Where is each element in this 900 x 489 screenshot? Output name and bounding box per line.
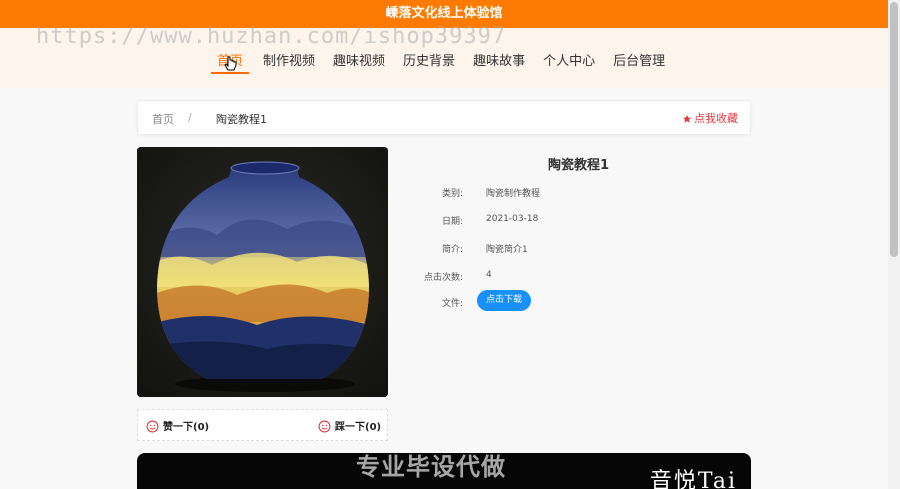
ceramic-vase-image <box>137 147 388 397</box>
overlay-watermark: 专业毕设代做 <box>356 453 506 481</box>
nav-list: 首页 制作视频 趣味视频 历史背景 趣味故事 个人中心 后台管理 <box>211 50 683 74</box>
favorite-label: 点我收藏 <box>694 112 738 125</box>
detail-title: 陶瓷教程1 <box>548 158 610 173</box>
download-button[interactable]: 点击下载 <box>477 290 531 311</box>
breadcrumb: 首页 / 陶瓷教程1 点我收藏 <box>137 100 751 135</box>
vote-bar: 赞一下(0) 踩一下(0) <box>137 409 388 441</box>
click-count-value: 4 <box>486 270 492 280</box>
nav-item-making-videos[interactable]: 制作视频 <box>263 50 315 74</box>
breadcrumb-home-link[interactable]: 首页 <box>152 111 174 127</box>
scrollbar-thumb[interactable] <box>890 2 898 257</box>
file-label: 文件: <box>441 299 463 309</box>
breadcrumb-current: 陶瓷教程1 <box>216 113 267 126</box>
url-watermark: https://www.huzhan.com/ishop39397 <box>36 24 507 49</box>
page-scrollbar[interactable] <box>888 0 900 489</box>
nav-item-personal-center[interactable]: 个人中心 <box>543 50 595 74</box>
smile-icon <box>318 420 331 433</box>
nav-item-history[interactable]: 历史背景 <box>403 50 455 74</box>
category-label: 类别: <box>441 189 463 199</box>
nav-item-fun-stories[interactable]: 趣味故事 <box>473 50 525 74</box>
dislike-button[interactable]: 踩一下(0) <box>318 418 381 433</box>
smile-icon <box>146 420 159 433</box>
summary-value: 陶瓷简介1 <box>486 245 528 255</box>
breadcrumb-separator: / <box>188 111 192 124</box>
like-button[interactable]: 赞一下(0) <box>146 418 209 433</box>
date-value: 2021-03-18 <box>486 214 539 224</box>
product-image <box>137 147 388 397</box>
nav-item-admin[interactable]: 后台管理 <box>613 50 665 74</box>
video-overlay-text: 音悦Tai <box>649 469 737 489</box>
site-title: 嵊落文化线上体验馆 <box>385 6 503 21</box>
like-label: 赞一下(0) <box>163 422 210 433</box>
dislike-label: 踩一下(0) <box>335 422 382 433</box>
click-count-label: 点击次数: <box>423 273 463 283</box>
favorite-button[interactable]: 点我收藏 <box>682 110 738 126</box>
star-icon <box>682 114 692 123</box>
date-label: 日期: <box>441 217 463 227</box>
nav-item-fun-videos[interactable]: 趣味视频 <box>333 50 385 74</box>
category-value: 陶瓷制作教程 <box>486 189 541 199</box>
hand-cursor-icon <box>224 56 237 71</box>
summary-label: 简介: <box>441 245 463 255</box>
